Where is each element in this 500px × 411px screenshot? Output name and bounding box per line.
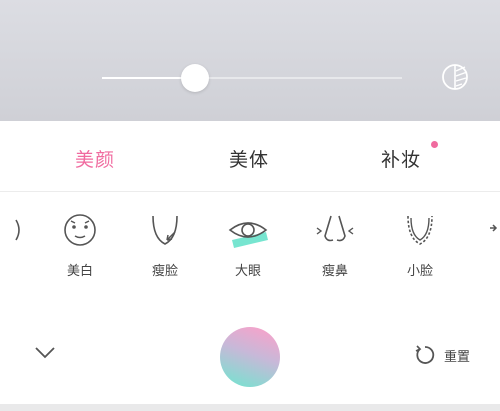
small-face-icon [407, 215, 433, 245]
photo-preview [0, 0, 500, 121]
face-slim-icon [152, 215, 178, 245]
tab-makeup[interactable]: 补妆 [381, 145, 421, 172]
slider-thumb[interactable] [181, 64, 209, 92]
face-mask-icon [64, 214, 96, 246]
tool-item-slim-nose[interactable]: 瘦鼻 [305, 212, 365, 279]
tool-item-big-eyes[interactable]: 大眼 [218, 212, 278, 279]
capture-button[interactable] [220, 327, 280, 387]
new-badge-dot [431, 141, 438, 148]
tool-item-whiten[interactable]: 美白 [50, 212, 110, 279]
partial-tool-icon [490, 224, 498, 232]
tool-item-small-face[interactable]: 小脸 [390, 212, 450, 279]
reset-button[interactable]: 重置 [414, 344, 470, 366]
bottom-bar: 重置 [0, 301, 500, 411]
chevron-down-icon[interactable] [34, 345, 56, 361]
partial-tool-icon [15, 219, 20, 241]
tool-label: 瘦脸 [151, 264, 178, 279]
tool-label: 大眼 [234, 264, 261, 279]
nose-icon [316, 215, 354, 242]
tool-label: 小脸 [406, 264, 433, 279]
tool-item-partial-left[interactable] [0, 212, 30, 260]
category-tabs: 美颜 美体 补妆 [0, 121, 500, 191]
tool-item-partial-right[interactable] [468, 212, 500, 260]
reset-label: 重置 [444, 349, 471, 365]
tool-item-slim-face[interactable]: 瘦脸 [135, 212, 195, 279]
bottom-edge [0, 404, 500, 411]
reset-icon [415, 345, 435, 364]
tool-strip: 美白 瘦脸 大眼 瘦鼻 小脸 [0, 191, 500, 301]
intensity-slider[interactable] [102, 64, 402, 92]
tool-label: 美白 [66, 264, 93, 279]
tab-body[interactable]: 美体 [229, 145, 269, 172]
tab-beauty[interactable]: 美颜 [75, 145, 115, 172]
eye-icon [228, 222, 268, 248]
tool-label: 瘦鼻 [321, 264, 348, 279]
compare-icon[interactable] [440, 62, 470, 92]
